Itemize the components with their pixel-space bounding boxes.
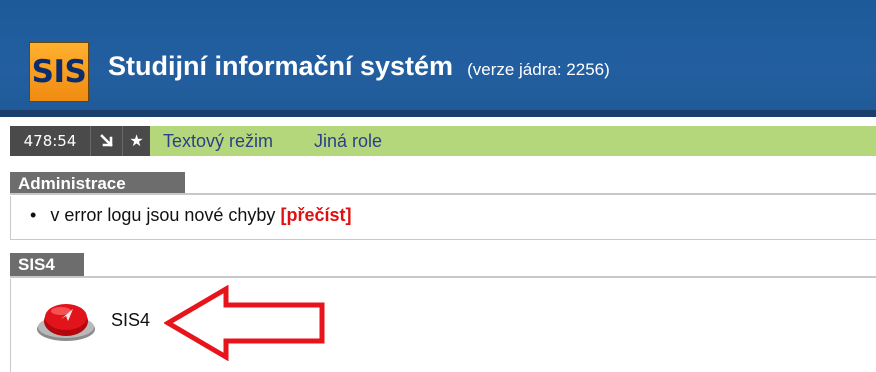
error-log-text: v error logu jsou nové chyby bbox=[50, 205, 276, 225]
session-timer: 478:54 bbox=[10, 126, 90, 156]
section-divider bbox=[10, 193, 876, 195]
star-icon[interactable]: ★ bbox=[122, 126, 150, 156]
text-mode-link[interactable]: Textový režim bbox=[163, 126, 273, 156]
admin-box: • v error logu jsou nové chyby [přečíst] bbox=[10, 196, 876, 240]
list-item: • v error logu jsou nové chyby [přečíst] bbox=[30, 205, 351, 226]
other-role-link[interactable]: Jiná role bbox=[314, 126, 382, 156]
page-title: Studijní informační systém (verze jádra: … bbox=[108, 46, 610, 90]
app-header: SIS Studijní informační systém (verze jád… bbox=[0, 0, 876, 117]
core-version: (verze jádra: 2256) bbox=[467, 60, 610, 79]
sis-logo[interactable]: SIS bbox=[29, 42, 89, 102]
toolbar: 478:54 ★ Textový režim Jiná role bbox=[10, 126, 876, 156]
arrow-annotation bbox=[164, 285, 325, 361]
section-heading-admin: Administrace bbox=[10, 172, 185, 195]
arrow-down-right-icon[interactable] bbox=[90, 126, 122, 156]
section-divider bbox=[10, 276, 876, 278]
app-title: Studijní informační systém bbox=[108, 51, 454, 81]
sis4-box: SIS4 bbox=[10, 279, 876, 372]
reread-link[interactable]: [přečíst] bbox=[280, 205, 351, 225]
red-button-icon[interactable] bbox=[35, 299, 98, 343]
bullet-icon: • bbox=[30, 205, 37, 225]
header-underline bbox=[0, 110, 876, 117]
sis4-app-link[interactable]: SIS4 bbox=[111, 310, 150, 331]
section-heading-sis4: SIS4 bbox=[10, 253, 84, 276]
